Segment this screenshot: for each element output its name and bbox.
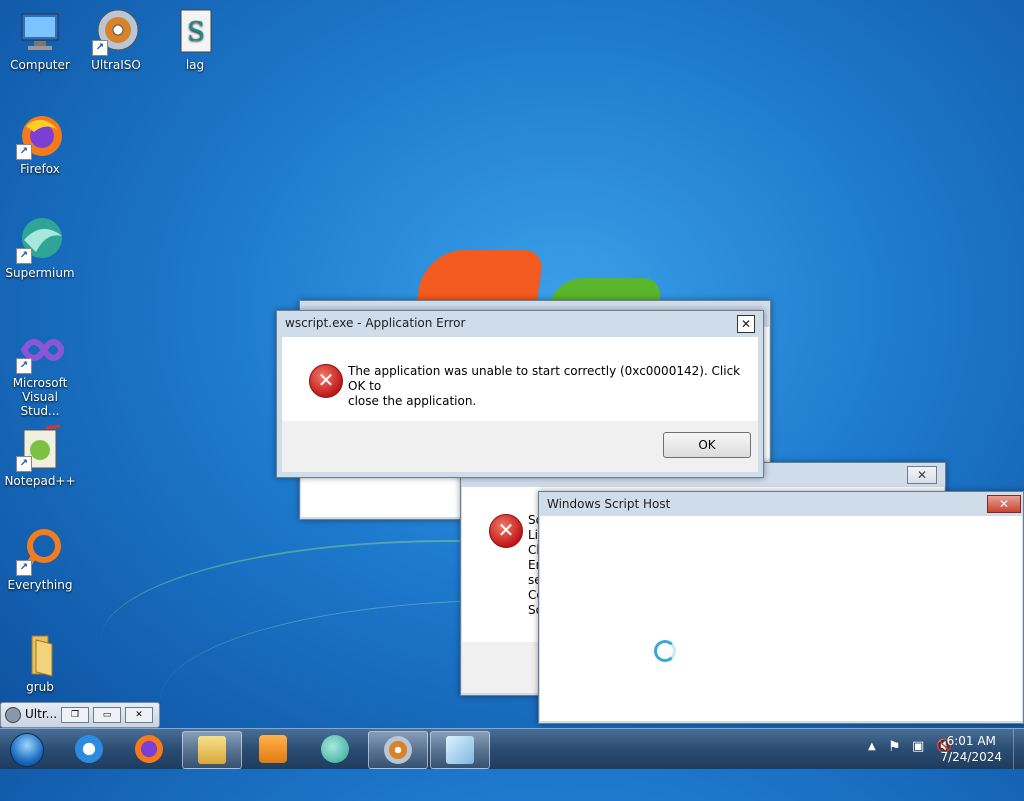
close-icon: ✕	[998, 497, 1010, 511]
shortcut-arrow-icon: ↗	[16, 248, 32, 264]
desktop-icon-visual-studio[interactable]: ↗ Microsoft Visual Stud...	[2, 326, 78, 418]
windows-script-host-window: Windows Script Host ✕	[538, 491, 1024, 724]
computer-icon	[16, 8, 64, 56]
desktop-icon-ultraiso[interactable]: ↗ UltraISO	[78, 8, 154, 72]
desktop-icon-label: Everything	[7, 578, 73, 592]
taskbar-script-host[interactable]	[430, 731, 490, 769]
taskbar-ultraiso[interactable]	[368, 731, 428, 769]
shortcut-arrow-icon: ↗	[16, 358, 32, 374]
desktop-icon-label: UltraISO	[91, 58, 141, 72]
minimized-window-bar[interactable]: Ultr... ❐ ▭ ✕	[0, 702, 160, 728]
busy-spinner-icon	[654, 640, 676, 662]
windows-orb-icon	[10, 733, 44, 767]
clock-date: 7/24/2024	[940, 750, 1002, 764]
show-desktop-button[interactable]	[1013, 729, 1024, 769]
ok-button[interactable]: OK	[663, 432, 751, 458]
supermium-icon: ↗	[16, 216, 64, 264]
app-error-client: ✕ The application was unable to start co…	[282, 337, 758, 472]
visual-studio-icon: ↗	[16, 326, 66, 374]
svg-text:S: S	[187, 17, 205, 47]
disc-icon: ↗	[92, 8, 140, 56]
close-icon: ✕	[916, 468, 928, 482]
notepadpp-icon: ↗	[16, 424, 64, 472]
script-file-icon: S	[171, 8, 219, 56]
dialog-footer: OK	[282, 421, 758, 472]
shortcut-arrow-icon: ↗	[16, 456, 32, 472]
desktop-icon-label: Microsoft Visual Stud...	[12, 376, 68, 418]
wsh-titlebar: Windows Script Host ✕	[539, 492, 1023, 516]
media-player-icon	[259, 735, 287, 763]
desktop-icon-label: Firefox	[20, 162, 60, 176]
restore-button[interactable]: ❐	[61, 707, 89, 723]
show-hidden-icons-icon[interactable]: ▲	[868, 741, 876, 752]
disc-icon	[384, 736, 412, 764]
shortcut-arrow-icon: ↗	[16, 560, 32, 576]
clock-time: 6:01 AM	[946, 734, 996, 748]
desktop-icon-label: lag	[185, 58, 205, 72]
close-button[interactable]: ✕	[987, 495, 1021, 513]
folder-icon	[16, 630, 64, 678]
shortcut-arrow-icon: ↗	[92, 40, 108, 56]
error-message-line: The application was unable to start corr…	[348, 364, 741, 393]
taskbar-media-player[interactable]	[244, 731, 302, 767]
desktop-icon-computer[interactable]: Computer	[2, 8, 78, 72]
taskbar-explorer[interactable]	[182, 731, 242, 769]
error-message: The application was unable to start corr…	[348, 364, 758, 409]
desktop-icon-label: Supermium	[5, 266, 75, 280]
clock[interactable]: 6:01 AM 7/24/2024	[940, 733, 1002, 765]
error-icon: ✕	[489, 514, 523, 548]
minimized-window-title: Ultr...	[25, 707, 58, 721]
maximize-button[interactable]: ▭	[93, 707, 121, 723]
close-icon: ✕	[740, 317, 752, 331]
desktop-icon-notepadpp[interactable]: ↗ Notepad++	[2, 424, 78, 488]
wsh-client	[540, 516, 1022, 721]
desktop-icon-grub[interactable]: grub	[2, 630, 78, 694]
app-error-titlebar: wscript.exe - Application Error ✕	[277, 311, 763, 335]
desktop-icon-supermium[interactable]: ↗ Supermium	[2, 216, 78, 280]
firefox-icon	[135, 735, 163, 763]
internet-explorer-icon	[75, 735, 103, 763]
shortcut-arrow-icon: ↗	[16, 144, 32, 160]
taskbar-firefox[interactable]	[120, 731, 178, 767]
desktop-icon-label: Notepad++	[4, 474, 76, 488]
system-tray: ▲ ⚑ ▣ 🔇 6:01 AM 7/24/2024	[824, 729, 1024, 769]
everything-search-icon: ↗	[16, 528, 64, 576]
desktop-icon-lag[interactable]: S lag	[157, 8, 233, 72]
error-message-line: close the application.	[348, 394, 477, 408]
error-icon: ✕	[309, 364, 343, 398]
desktop-icon-label: grub	[26, 680, 54, 694]
taskbar: ▲ ⚑ ▣ 🔇 6:01 AM 7/24/2024	[0, 728, 1024, 769]
supermium-icon	[321, 735, 349, 763]
disc-icon	[5, 707, 21, 723]
close-button[interactable]: ✕	[737, 315, 755, 333]
network-icon[interactable]: ▣	[912, 739, 924, 754]
close-button[interactable]: ✕	[125, 707, 153, 723]
taskbar-supermium[interactable]	[306, 731, 364, 767]
desktop-icon-firefox[interactable]: ↗ Firefox	[2, 112, 78, 176]
close-button[interactable]: ✕	[907, 466, 937, 484]
desktop-icon-everything[interactable]: ↗ Everything	[2, 528, 78, 592]
taskbar-internet-explorer[interactable]	[60, 731, 118, 767]
folder-icon	[198, 736, 226, 764]
action-center-flag-icon[interactable]: ⚑	[888, 739, 901, 755]
wsh-title: Windows Script Host	[547, 497, 671, 511]
desktop-icon-label: Computer	[10, 58, 70, 72]
dialog-title: wscript.exe - Application Error	[285, 316, 466, 330]
application-error-dialog: wscript.exe - Application Error ✕ ✕ The …	[276, 310, 764, 478]
firefox-icon: ↗	[16, 112, 64, 160]
start-button[interactable]	[2, 731, 52, 767]
script-window-icon	[446, 736, 474, 764]
